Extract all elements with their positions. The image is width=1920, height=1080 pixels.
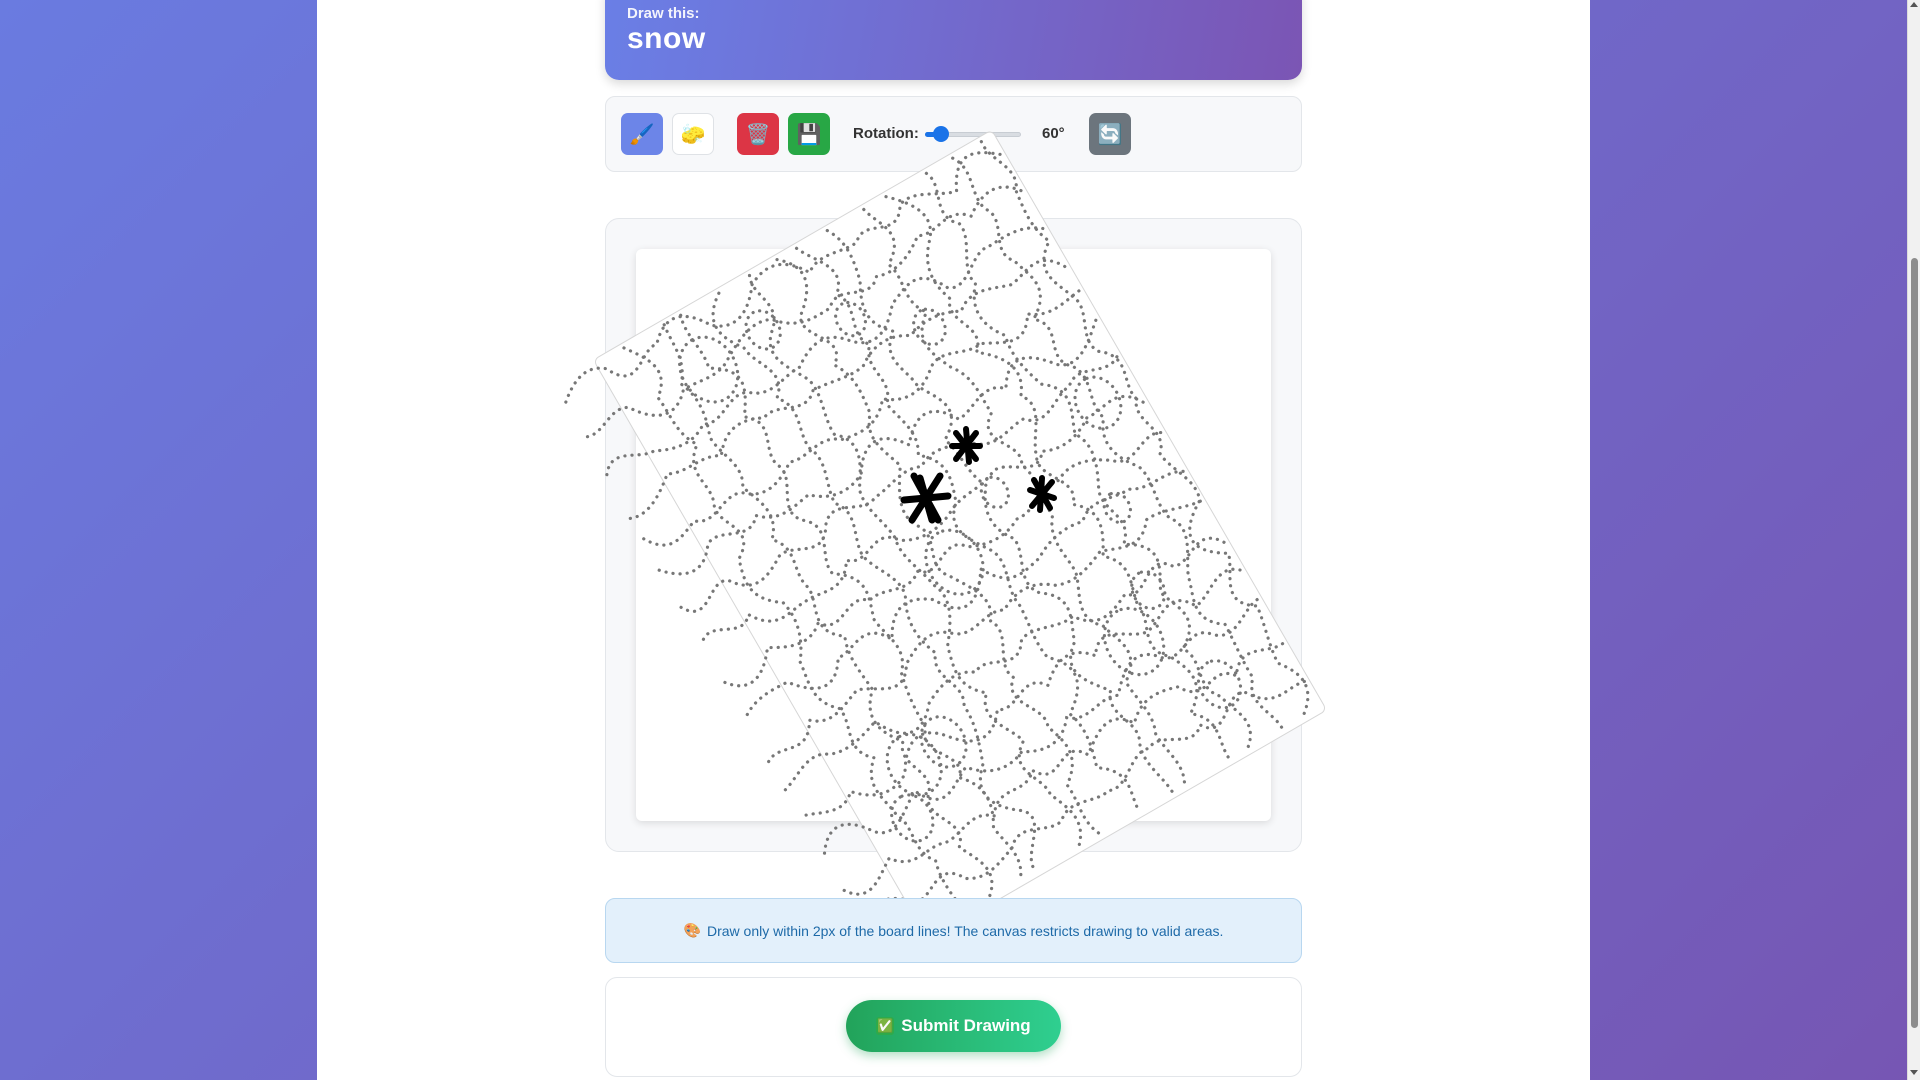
prompt-card: Draw this: snow bbox=[605, 0, 1302, 80]
brush-icon: 🖌️ bbox=[629, 123, 655, 146]
checkmark-icon: ✅ bbox=[876, 1017, 895, 1035]
palette-icon: 🎨 bbox=[683, 922, 701, 938]
eraser-button[interactable]: 🧽 bbox=[672, 113, 714, 155]
clear-button[interactable]: 🗑️ bbox=[737, 113, 779, 155]
reset-rotation-button[interactable]: 🔄 bbox=[1089, 113, 1131, 155]
submit-card: ✅ Submit Drawing bbox=[605, 977, 1302, 1077]
rotate-reset-icon: 🔄 bbox=[1097, 123, 1123, 146]
rotation-label: Rotation: bbox=[853, 125, 919, 142]
hint-banner: 🎨 Draw only within 2px of the board line… bbox=[605, 898, 1302, 963]
trash-icon: 🗑️ bbox=[745, 123, 771, 146]
scroll-down-arrow-icon[interactable] bbox=[1910, 1070, 1918, 1075]
rotation-value: 60° bbox=[1042, 125, 1065, 142]
scroll-thumb[interactable] bbox=[1911, 258, 1918, 1028]
page-scrollbar[interactable] bbox=[1907, 0, 1920, 1080]
prompt-word: snow bbox=[627, 22, 706, 55]
eraser-icon: 🧽 bbox=[680, 123, 706, 146]
save-button[interactable]: 💾 bbox=[788, 113, 830, 155]
save-icon: 💾 bbox=[796, 123, 822, 146]
submit-label: Submit Drawing bbox=[901, 1016, 1031, 1035]
prompt-label: Draw this: bbox=[627, 5, 700, 22]
slider-thumb[interactable] bbox=[933, 126, 950, 142]
submit-drawing-button[interactable]: ✅ Submit Drawing bbox=[846, 1000, 1061, 1052]
hint-text: Draw only within 2px of the board lines!… bbox=[707, 922, 1224, 939]
brush-button[interactable]: 🖌️ bbox=[621, 113, 663, 155]
scroll-up-arrow-icon[interactable] bbox=[1910, 2, 1918, 7]
